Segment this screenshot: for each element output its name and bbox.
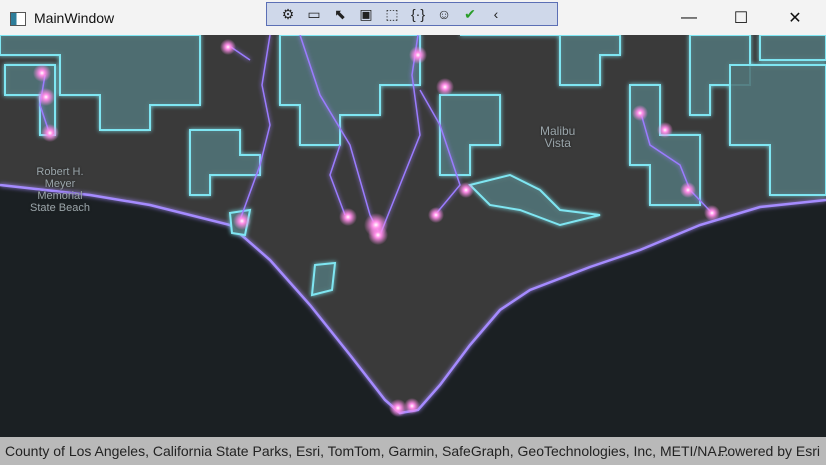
attribution-bar: County of Los Angeles, California State …	[0, 437, 826, 465]
binding-failures-icon[interactable]: {·}	[407, 4, 429, 24]
powered-by-esri[interactable]: Powered by Esri	[718, 443, 820, 459]
check-icon[interactable]: ✔	[459, 4, 481, 24]
display-layout-adorners-icon[interactable]: ▣	[355, 4, 377, 24]
debug-toolbar: ⚙ ▭ ⬉ ▣ ⬚ {·} ☺ ✔ ‹	[266, 2, 558, 26]
label-robert-meyer-beach: Robert H. Meyer Memorial State Beach	[30, 166, 90, 214]
live-visual-tree-icon[interactable]: ⚙	[277, 4, 299, 24]
close-button[interactable]: ✕	[772, 0, 818, 35]
minimize-button[interactable]: —	[666, 0, 712, 35]
map-view[interactable]: Robert H. Meyer Memorial State Beach Mal…	[0, 35, 826, 437]
select-element-icon[interactable]: ⬉	[329, 4, 351, 24]
app-icon	[10, 12, 26, 26]
accessibility-icon[interactable]: ☺	[433, 4, 455, 24]
label-malibu-vista: Malibu Vista	[540, 124, 576, 150]
window-title: MainWindow	[34, 10, 115, 26]
track-focus-icon[interactable]: ⬚	[381, 4, 403, 24]
attribution-text[interactable]: County of Los Angeles, California State …	[5, 443, 728, 459]
collapse-icon[interactable]: ‹	[485, 4, 507, 24]
maximize-button[interactable]: ☐	[718, 0, 764, 35]
map-canvas	[0, 35, 826, 417]
title-bar: MainWindow ⚙ ▭ ⬉ ▣ ⬚ {·} ☺ ✔ ‹ — ☐ ✕	[0, 0, 826, 35]
video-icon[interactable]: ▭	[303, 4, 325, 24]
